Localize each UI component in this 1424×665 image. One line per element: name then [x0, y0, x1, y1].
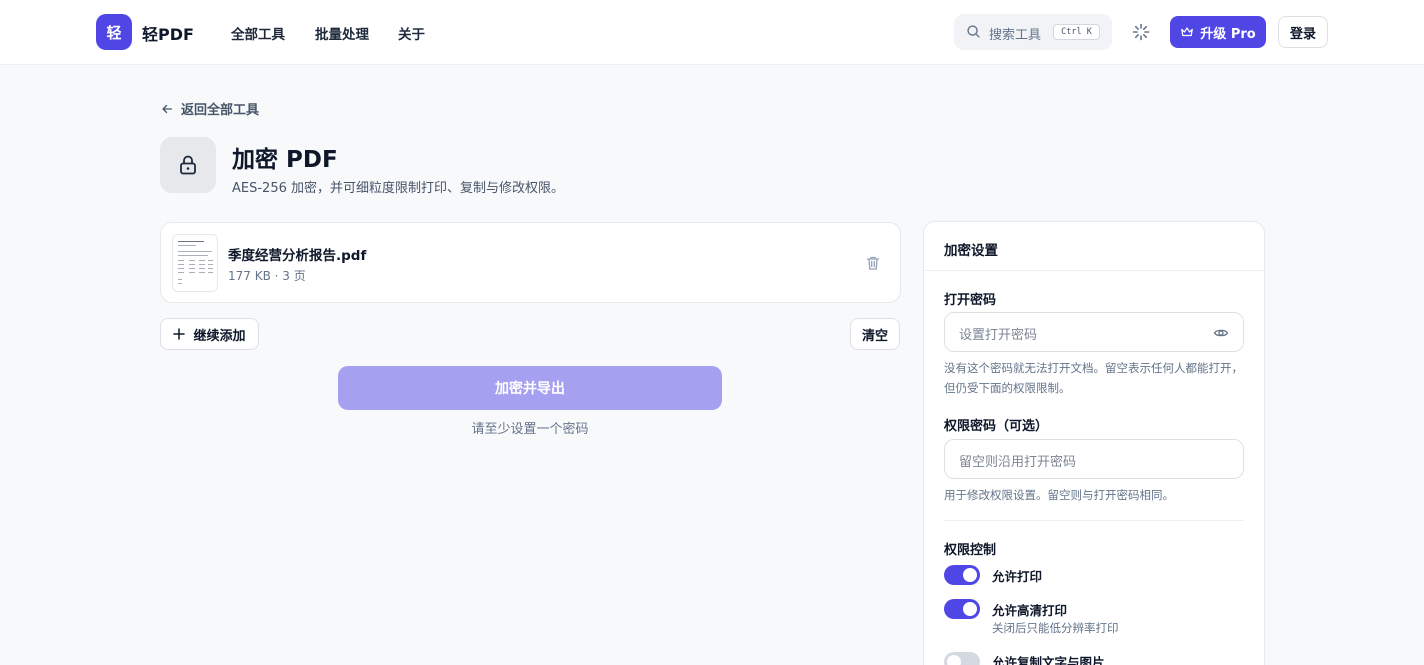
open-password-label: 打开密码	[944, 293, 997, 308]
add-more-label: 继续添加	[193, 328, 246, 344]
arrow-left-icon	[162, 104, 173, 113]
login-button[interactable]: 登录	[1278, 16, 1328, 48]
page-title: 加密 PDF	[232, 147, 338, 173]
tool-icon-tile	[160, 137, 216, 193]
top-navbar: 轻 轻PDF 全部工具 批量处理 关于 搜索工具 Ctrl K 升级 Pro 登…	[0, 0, 1424, 65]
nav-all-tools[interactable]: 全部工具	[231, 23, 285, 43]
search-shortcut: Ctrl K	[1053, 24, 1100, 40]
nav-about[interactable]: 关于	[398, 23, 425, 43]
back-link-label: 返回全部工具	[181, 103, 260, 118]
trash-icon[interactable]	[865, 255, 881, 271]
allow-hq-print-label: 允许高清打印	[992, 603, 1068, 618]
file-card: 季度经营分析报告.pdf 177 KB · 3 页	[160, 222, 901, 303]
file-name: 季度经营分析报告.pdf	[228, 248, 367, 264]
pdf-thumbnail	[172, 234, 218, 292]
perm-password-field[interactable]: 留空则沿用打开密码	[944, 439, 1244, 479]
permissions-label: 权限控制	[944, 543, 997, 558]
allow-copy-toggle[interactable]	[944, 652, 980, 665]
open-password-placeholder: 设置打开密码	[959, 328, 1038, 343]
divider	[944, 520, 1244, 521]
allow-print-label: 允许打印	[992, 569, 1043, 584]
lock-icon	[180, 155, 196, 175]
back-link[interactable]: 返回全部工具	[160, 99, 259, 118]
clear-button[interactable]: 清空	[850, 318, 900, 350]
upgrade-pro-label: 升级 Pro	[1200, 26, 1256, 42]
perm-password-label: 权限密码（可选）	[944, 419, 1049, 434]
page-subtitle: AES-256 加密，并可细粒度限制打印、复制与修改权限。	[232, 181, 564, 196]
upgrade-pro-button[interactable]: 升级 Pro	[1170, 16, 1266, 48]
search-placeholder: 搜索工具	[989, 28, 1042, 43]
encrypt-export-button[interactable]: 加密并导出	[338, 366, 722, 410]
search-box[interactable]: 搜索工具 Ctrl K	[954, 14, 1112, 50]
crown-icon	[1181, 27, 1194, 37]
panel-title: 加密设置	[944, 243, 998, 259]
open-password-field[interactable]: 设置打开密码	[944, 312, 1244, 352]
logo-badge[interactable]: 轻	[96, 14, 132, 50]
eye-icon[interactable]	[1213, 325, 1229, 341]
open-password-help: 没有这个密码就无法打开文档。留空表示任何人都能打开，但仍受下面的权限限制。	[944, 361, 1243, 395]
allow-hq-print-toggle[interactable]	[944, 599, 980, 619]
perm-password-placeholder: 留空则沿用打开密码	[959, 455, 1077, 470]
allow-hq-print-hint: 关闭后只能低分辨率打印	[992, 621, 1119, 635]
add-more-button[interactable]: 继续添加	[160, 318, 259, 350]
encryption-settings-panel: 加密设置 打开密码 设置打开密码 没有这个密码就无法打开文档。留空表示任何人都能…	[923, 221, 1265, 665]
search-icon	[967, 25, 980, 38]
allow-copy-label: 允许复制文字与图片	[992, 655, 1105, 665]
allow-print-toggle[interactable]	[944, 565, 980, 585]
plus-icon	[173, 328, 186, 340]
nav-batch[interactable]: 批量处理	[315, 23, 369, 43]
encrypt-hint: 请至少设置一个密码	[471, 422, 589, 437]
loading-spinner-icon	[1132, 23, 1150, 41]
brand-name[interactable]: 轻PDF	[142, 21, 194, 45]
perm-password-help: 用于修改权限设置。留空则与打开密码相同。	[944, 488, 1174, 502]
file-meta: 177 KB · 3 页	[228, 269, 306, 283]
panel-header: 加密设置	[924, 222, 1264, 271]
